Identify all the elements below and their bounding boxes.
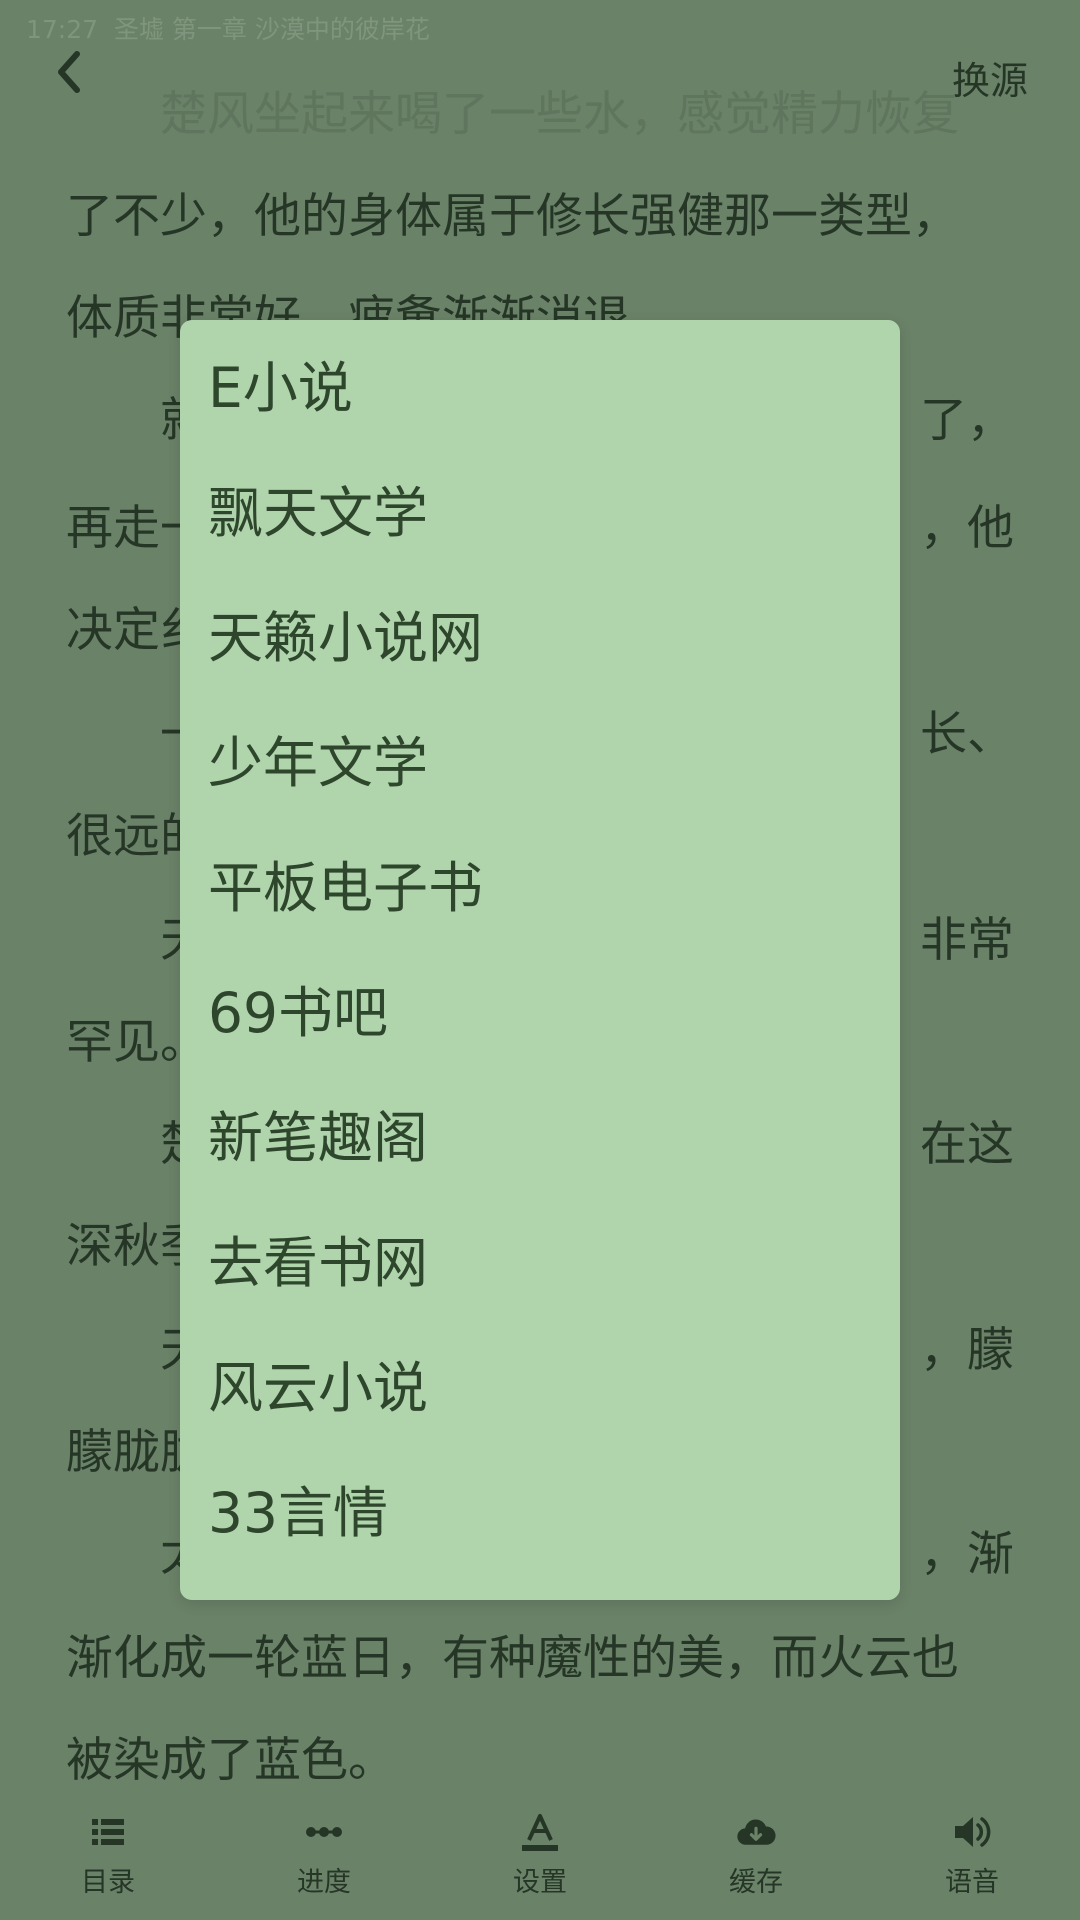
text-line: 被染成了蓝色。 [66, 1733, 395, 1780]
text-fragment: ，渐 [920, 1527, 1014, 1582]
cache-label: 缓存 [729, 1867, 783, 1898]
progress-label: 进度 [297, 1867, 351, 1898]
text-fragment: ，他 [920, 501, 1014, 556]
source-option[interactable]: 飘天文学 [180, 445, 900, 570]
source-option[interactable]: 少年文学 [180, 695, 900, 820]
settings-button[interactable]: 设置 [432, 1780, 648, 1920]
source-option[interactable]: 平板电子书 [180, 820, 900, 945]
source-option[interactable]: 33言情 [180, 1445, 900, 1570]
text-fragment: 长、 [920, 707, 1014, 762]
status-bar: 17:27 圣墟 第一章 沙漠中的彼岸花 [26, 10, 430, 46]
text-fragment: 非常 [920, 913, 1014, 968]
status-time: 17:27 [26, 15, 99, 44]
progress-icon [304, 1812, 344, 1852]
source-option[interactable]: E小说 [180, 320, 900, 445]
text-line: 渐化成一轮蓝日，有种魔性的美，而火云也 [66, 1631, 959, 1686]
text-line: 了不少，他的身体属于修长强健那一类型， [66, 189, 959, 244]
progress-button[interactable]: 进度 [216, 1780, 432, 1920]
cloud-download-icon [736, 1812, 776, 1852]
source-option[interactable]: 天籁小说网 [180, 570, 900, 695]
voice-button[interactable]: 语音 [864, 1780, 1080, 1920]
text-line: 楚风坐起来喝了一些水，感觉精力恢复 [66, 87, 959, 142]
font-settings-icon [520, 1812, 560, 1852]
text-fragment: ，朦 [920, 1323, 1014, 1378]
settings-label: 设置 [513, 1867, 567, 1898]
text-fragment: 在这 [920, 1117, 1014, 1172]
toc-button[interactable]: 目录 [0, 1780, 216, 1920]
list-icon [88, 1812, 128, 1852]
text-fragment: 了， [920, 393, 1014, 448]
source-option[interactable]: 69书吧 [180, 945, 900, 1070]
bottom-toolbar: 目录 进度 设置 缓存 语音 [0, 1780, 1080, 1920]
cache-button[interactable]: 缓存 [648, 1780, 864, 1920]
toc-label: 目录 [81, 1867, 135, 1898]
source-option[interactable]: 风云小说 [180, 1320, 900, 1445]
source-option[interactable]: 新笔趣阁 [180, 1070, 900, 1195]
voice-label: 语音 [945, 1867, 999, 1898]
speaker-icon [952, 1812, 992, 1852]
status-chapter-title: 圣墟 第一章 沙漠中的彼岸花 [113, 15, 430, 44]
source-select-dialog: E小说 飘天文学 天籁小说网 少年文学 平板电子书 69书吧 新笔趣阁 去看书网… [180, 320, 900, 1600]
source-option[interactable]: 去看书网 [180, 1195, 900, 1320]
